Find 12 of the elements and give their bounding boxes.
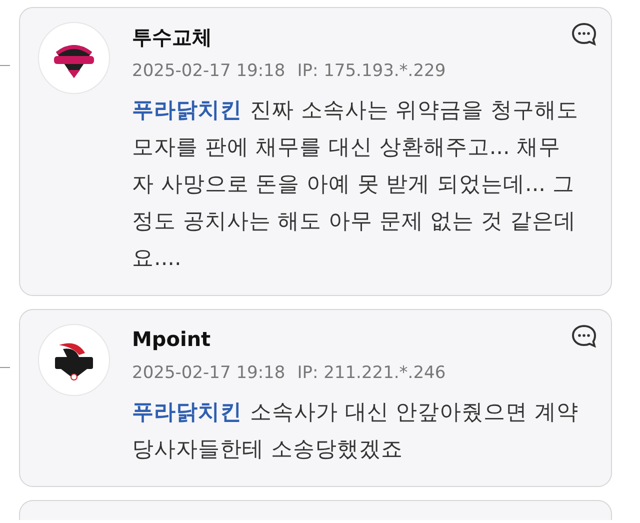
comment-text: 푸라닭치킨 진짜 소속사는 위약금을 청구해도 모자를 판에 채무를 대신 상환해주고... 채무자 사망으로 돈을 아예 못 받게 되었는데... 그 정도 공치사는 해도 아무 문제 없는 것 같은데요.... [132,97,580,273]
mention-link[interactable]: 푸라닭치킨 [132,98,242,123]
more-options-icon[interactable] [571,324,597,348]
timestamp: 2025-02-17 19:18 [132,362,286,385]
timestamp: 2025-02-17 19:18 [132,60,286,83]
comment-text: 푸라닭치킨 소속사가 대신 안갚아줬으면 계약당사자들한테 소송당했겠죠 [132,399,580,464]
ip-address: IP: 211.221.*.246 [297,362,446,385]
author-name: 투수교체 [132,24,212,51]
author-name: Mpoint [132,326,211,353]
ip-address: IP: 175.193.*.229 [297,60,446,83]
mention-link[interactable]: 푸라닭치킨 [132,400,242,425]
more-options-icon[interactable] [571,22,597,46]
